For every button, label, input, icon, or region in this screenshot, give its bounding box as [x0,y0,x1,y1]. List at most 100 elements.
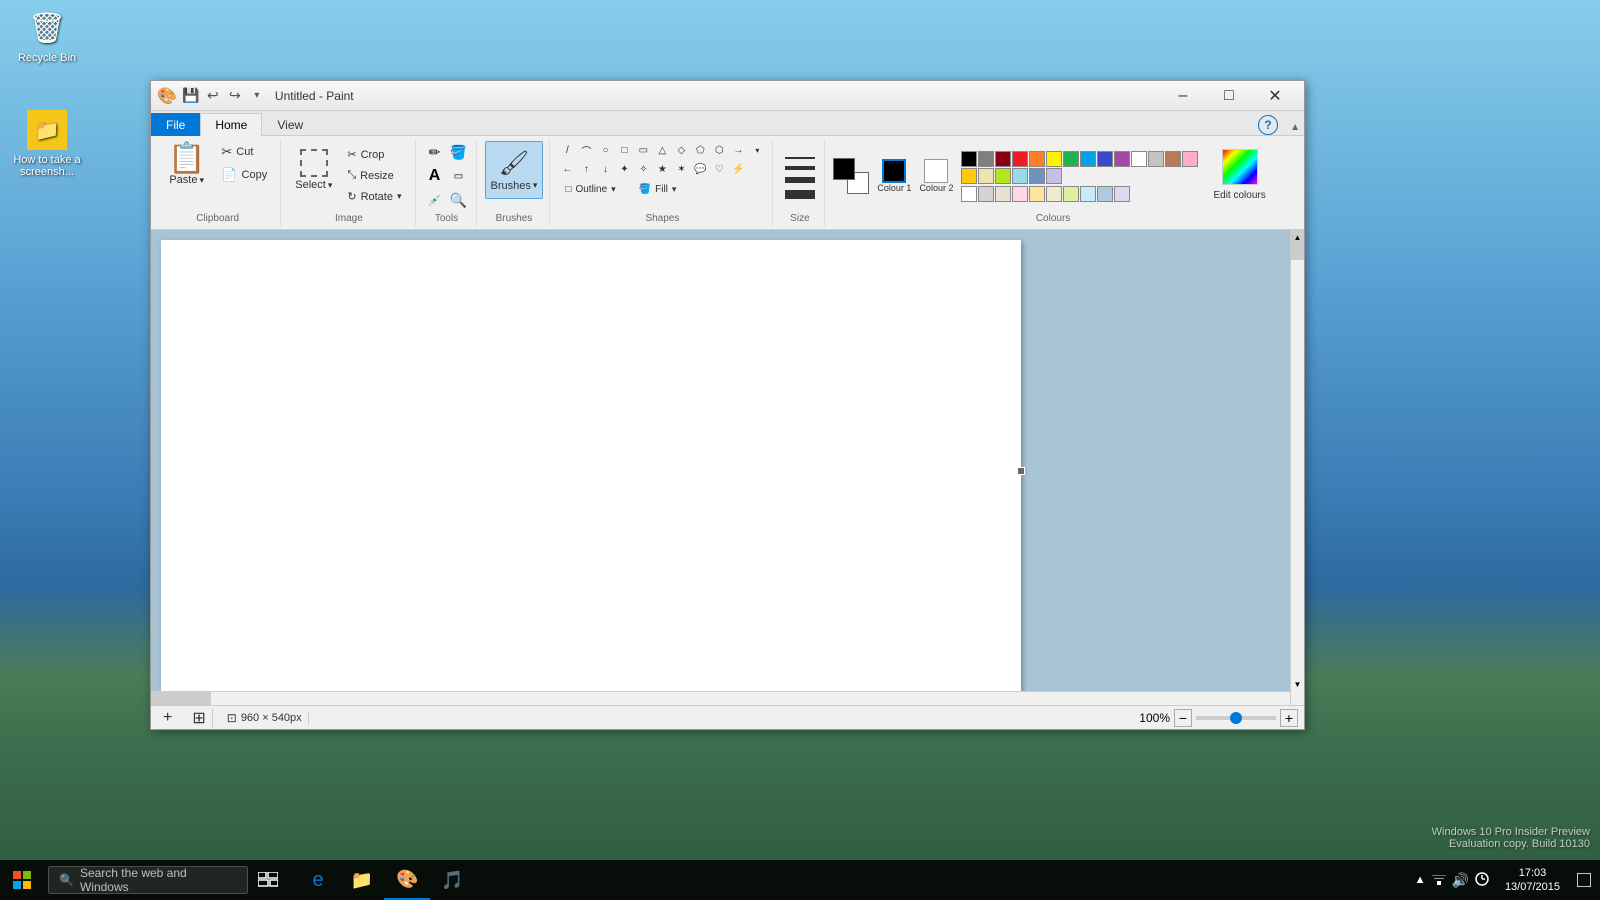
size-1[interactable] [785,157,815,159]
copy-button[interactable]: 📄 Copy [214,164,274,186]
desktop-icon-howto[interactable]: 📁 How to take a screensh... [12,110,82,178]
color-swatch-2-#d3d3d3[interactable] [978,186,994,202]
fill-button[interactable]: 🪣 Fill ▾ [632,181,684,198]
color-swatch-#efe4b0[interactable] [978,168,994,184]
taskbar-edge-icon[interactable]: e [296,860,340,900]
shape-arrow-r[interactable]: → [729,141,747,159]
resize-button[interactable]: ⤡ Resize [340,166,408,185]
undo-button[interactable]: ↩ [203,86,223,106]
taskbar-paint-button[interactable]: 🎨 [384,860,430,900]
redo-button[interactable]: ↪ [225,86,245,106]
color-swatch-2-#dff0a0[interactable] [1063,186,1079,202]
shape-arrow-u[interactable]: ↑ [577,160,595,178]
shape-star5[interactable]: ★ [653,160,671,178]
shape-curve[interactable]: ⌒ [577,141,595,159]
canvas[interactable] [161,240,1021,702]
cut-button[interactable]: ✂ Cut [214,141,274,163]
minimize-button[interactable]: – [1160,81,1206,111]
task-view-button[interactable] [248,860,288,900]
color-swatch-2-#ffe4a0[interactable] [1029,186,1045,202]
color-swatch-2-#c8eaf4[interactable] [1080,186,1096,202]
close-button[interactable]: ✕ [1252,81,1298,111]
shape-pentagon[interactable]: ⬠ [691,141,709,159]
color-swatch-#7f7f7f[interactable] [978,151,994,167]
tray-sound-icon[interactable]: 🔊 [1452,872,1469,889]
shape-rounded-rect[interactable]: ▭ [634,141,652,159]
tab-home[interactable]: Home [200,113,262,136]
canvas-resize-handle-r[interactable] [1017,467,1025,475]
notification-button[interactable] [1568,860,1600,900]
color-swatch-2-#ffffff[interactable] [961,186,977,202]
colour2-selector[interactable]: Colour 2 [919,159,953,193]
shape-arrow-l[interactable]: ← [558,160,576,178]
horizontal-scrollbar[interactable] [151,691,1290,705]
taskbar-explorer-icon[interactable]: 📁 [340,860,384,900]
shape-4arrow[interactable]: ✦ [615,160,633,178]
size-2[interactable] [785,166,815,170]
color-swatch-#99d9ea[interactable] [1012,168,1028,184]
taskbar-app-4[interactable]: 🎵 [430,860,474,900]
eraser-tool[interactable]: ▭ [448,165,470,187]
tray-network-icon[interactable] [1432,872,1446,889]
primary-color-swatch[interactable] [833,158,855,180]
color-swatch-#b5e61d[interactable] [995,168,1011,184]
color-swatch-#000000[interactable] [961,151,977,167]
paste-button[interactable]: 📋 Paste ▾ [161,141,212,189]
shape-star4[interactable]: ✧ [634,160,652,178]
tab-view[interactable]: View [262,113,318,136]
quick-access-dropdown[interactable]: ▾ [247,86,267,106]
size-4[interactable] [785,190,815,199]
color-swatch-#a349a4[interactable] [1114,151,1130,167]
colour1-selector[interactable]: Colour 1 [877,159,911,193]
shape-oval[interactable]: ○ [596,141,614,159]
color-swatch-#c8bfe7[interactable] [1046,168,1062,184]
scroll-thumb-h[interactable] [151,692,211,705]
color-swatch-#00a2e8[interactable] [1080,151,1096,167]
crop-button[interactable]: ✂ Crop [340,145,408,164]
color-swatch-2-#e8e0d0[interactable] [995,186,1011,202]
color-swatch-#fff200[interactable] [1046,151,1062,167]
taskbar-search[interactable]: 🔍 Search the web and Windows [48,866,248,894]
magnifier-tool[interactable]: 🔍 [448,189,470,211]
color-swatch-#7092be[interactable] [1029,168,1045,184]
shape-hexagon[interactable]: ⬡ [710,141,728,159]
canvas-area[interactable]: ▼ ▲ [151,230,1304,705]
maximize-button[interactable]: □ [1206,81,1252,111]
select-button[interactable]: Select ▾ [289,141,338,199]
tray-arrow-up[interactable]: ▲ [1415,874,1426,886]
shape-triangle[interactable]: △ [653,141,671,159]
brushes-button[interactable]: 🖌 Brushes ▾ [485,141,544,199]
shape-diamond[interactable]: ◇ [672,141,690,159]
color-swatch-#ffffff[interactable] [1131,151,1147,167]
color-swatch-2-#b0c8e0[interactable] [1097,186,1113,202]
zoom-add-button[interactable]: + [157,709,178,727]
help-button[interactable]: ? [1258,115,1278,135]
color-swatch-#b97a57[interactable] [1165,151,1181,167]
shape-line[interactable]: / [558,141,576,159]
shapes-more[interactable]: ▾ [748,141,766,159]
quick-save-button[interactable]: 💾 [181,86,201,106]
color-swatch-2-#ffd7e6[interactable] [1012,186,1028,202]
outline-button[interactable]: □ Outline ▾ [558,181,622,198]
text-tool[interactable]: A [424,165,446,187]
color-swatch-#880015[interactable] [995,151,1011,167]
size-3[interactable] [785,177,815,183]
shape-arrow-d[interactable]: ↓ [596,160,614,178]
shape-rect[interactable]: □ [615,141,633,159]
color-picker-tool[interactable]: 💉 [424,189,446,211]
color-swatch-#22b14c[interactable] [1063,151,1079,167]
vertical-scrollbar[interactable]: ▼ ▲ [1290,230,1304,705]
scroll-up-btn[interactable]: ▲ [1291,230,1304,244]
zoom-slider[interactable] [1196,716,1276,720]
color-swatch-#3f48cc[interactable] [1097,151,1113,167]
color-swatch-#c3c3c3[interactable] [1148,151,1164,167]
color-swatch-2-#f0ead0[interactable] [1046,186,1062,202]
shape-star6[interactable]: ✶ [672,160,690,178]
zoom-out-button[interactable]: − [1174,709,1192,727]
taskbar-clock[interactable]: 17:03 13/07/2015 [1497,866,1568,895]
tab-file[interactable]: File [151,113,200,136]
color-swatch-2-#e0d8f0[interactable] [1114,186,1130,202]
fill-tool[interactable]: 🪣 [448,141,470,163]
color-swatch-#ed1c24[interactable] [1012,151,1028,167]
desktop-icon-recycle-bin[interactable]: 🗑 Recycle Bin [12,8,82,64]
